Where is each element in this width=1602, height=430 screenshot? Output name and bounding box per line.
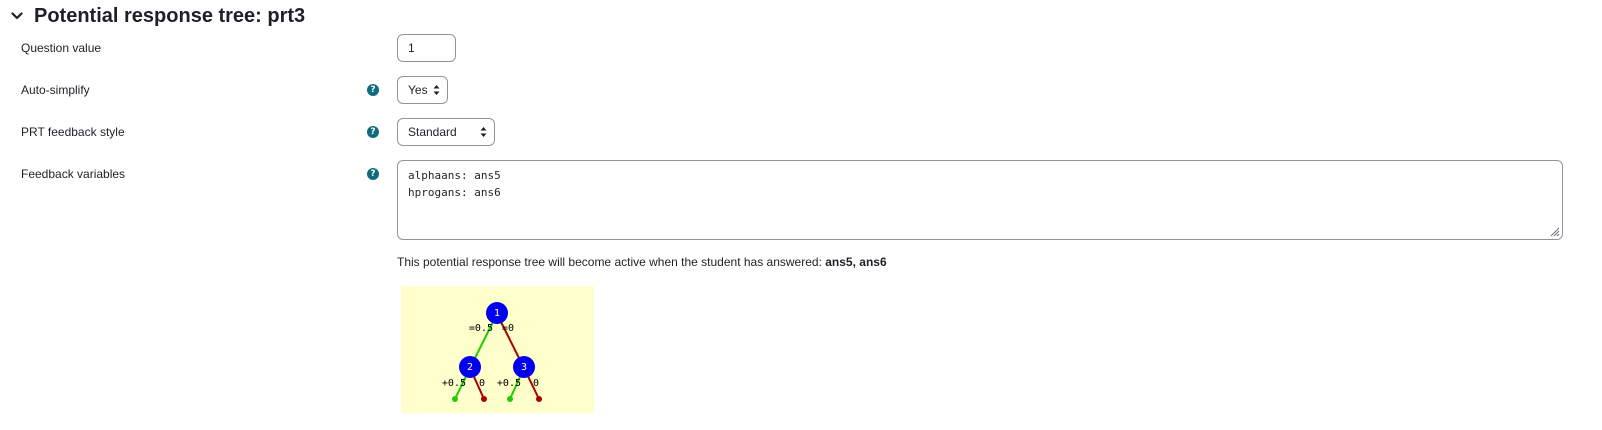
active-answers-prefix: This potential response tree will become…: [397, 255, 826, 269]
feedback-style-label: PRT feedback style: [21, 125, 125, 139]
active-answers-info: This potential response tree will become…: [397, 255, 887, 269]
question-value-input[interactable]: 1: [397, 34, 456, 62]
question-circle-icon[interactable]: ?: [367, 168, 379, 180]
feedback-style-value: Standard: [408, 125, 457, 139]
sort-arrows-icon: [433, 85, 440, 95]
question-circle-icon[interactable]: ?: [367, 84, 379, 96]
edge-3-true-label: +0.5: [497, 378, 521, 389]
edge-2-true-label: +0.5: [442, 378, 466, 389]
resize-grip-icon[interactable]: [1548, 225, 1560, 237]
tree-node-2-label: 2: [467, 362, 473, 373]
prt-tree-diagram: 1 2 3 =0.5 =0 +0.5 0 +0.5 0: [401, 286, 594, 413]
active-answers-list: ans5, ans6: [825, 255, 887, 269]
edge-3-false-label: 0: [533, 378, 539, 389]
leaf-2-false: [481, 396, 487, 402]
feedback-variables-line: hprogans: ans6: [408, 186, 501, 199]
leaf-3-false: [536, 396, 542, 402]
question-circle-icon[interactable]: ?: [367, 126, 379, 138]
feedback-variables-label: Feedback variables: [21, 167, 126, 181]
prt-tree-svg: 1 2 3 =0.5 =0 +0.5 0 +0.5 0: [442, 302, 542, 402]
feedback-style-select[interactable]: Standard: [397, 118, 495, 146]
question-value-label: Question value: [21, 41, 102, 55]
auto-simplify-value: Yes: [408, 83, 428, 97]
section-title: Potential response tree: prt3: [34, 4, 306, 27]
feedback-variables-line: alphaans: ans5: [408, 169, 501, 182]
section-header[interactable]: Potential response tree: prt3: [8, 2, 305, 30]
leaf-2-true: [452, 396, 458, 402]
leaf-3-true: [507, 396, 513, 402]
tree-node-3-label: 3: [521, 362, 527, 373]
feedback-variables-textarea[interactable]: alphaans: ans5 hprogans: ans6: [397, 160, 1563, 240]
question-value-text: 1: [408, 41, 415, 55]
auto-simplify-select[interactable]: Yes: [397, 76, 448, 104]
auto-simplify-label: Auto-simplify: [21, 83, 90, 97]
edge-1-true-label: =0.5: [469, 323, 493, 334]
chevron-down-icon[interactable]: [8, 7, 26, 25]
edge-2-false-label: 0: [479, 378, 485, 389]
tree-node-1-label: 1: [494, 308, 500, 319]
edge-1-false-label: =0: [502, 323, 514, 334]
sort-arrows-icon: [480, 127, 487, 137]
